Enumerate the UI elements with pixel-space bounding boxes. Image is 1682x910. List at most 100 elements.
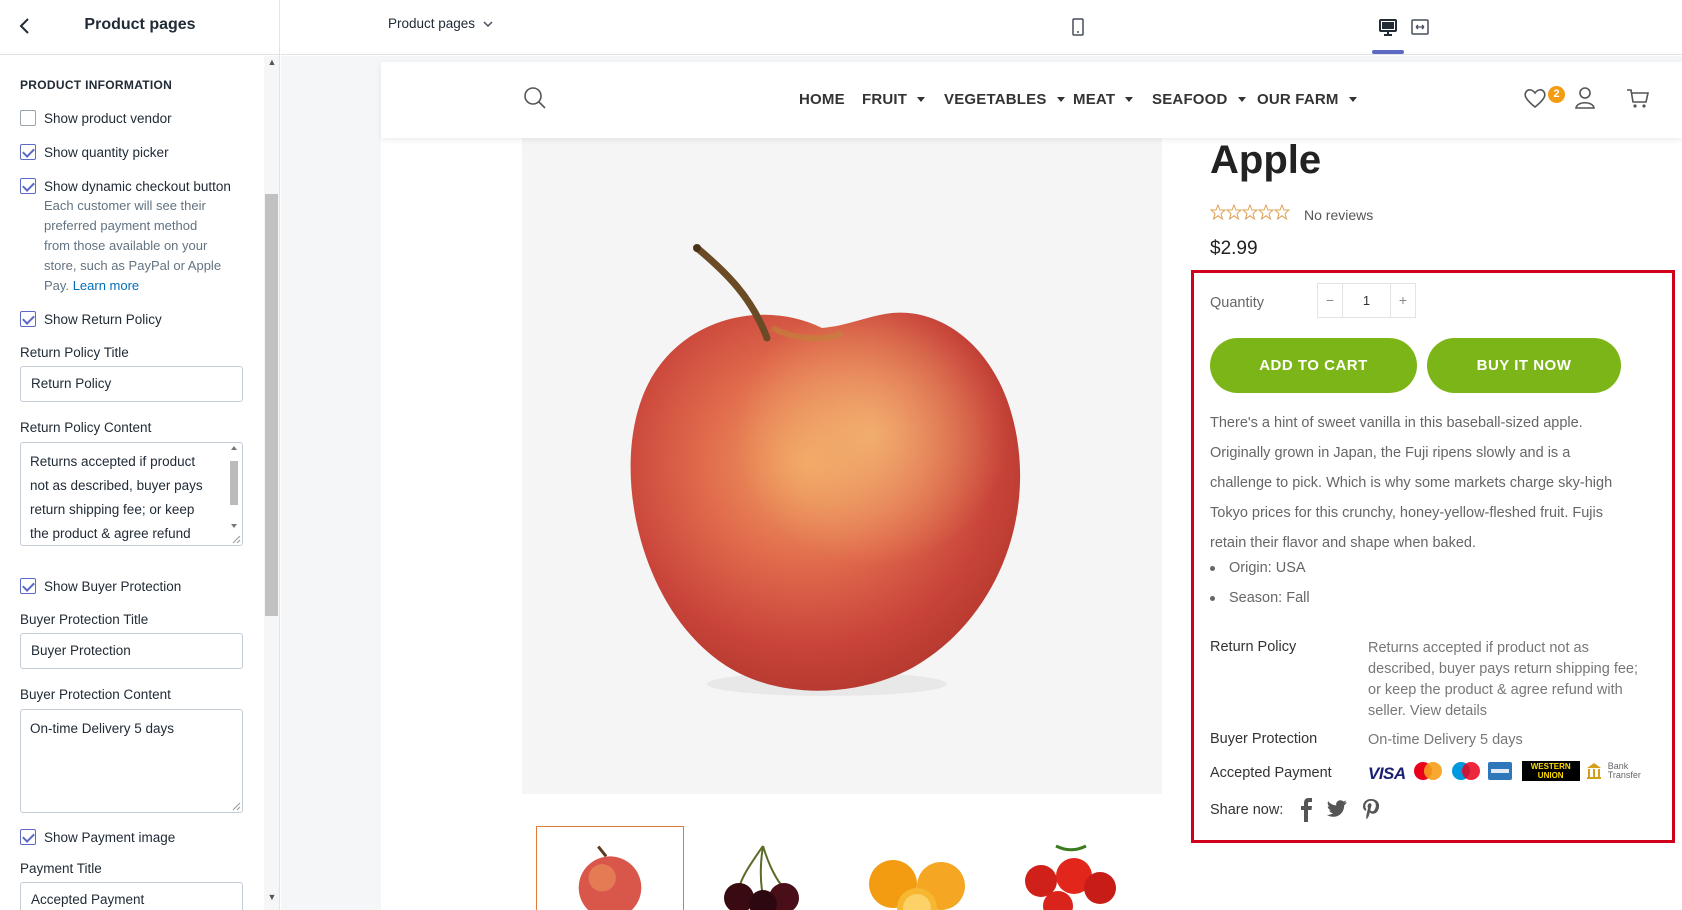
review-count[interactable]: No reviews <box>1304 207 1373 223</box>
thumbnail-oranges[interactable] <box>843 826 991 910</box>
show-quantity-picker-checkbox[interactable]: Show quantity picker <box>20 141 169 163</box>
learn-more-link[interactable]: Learn more <box>73 278 139 293</box>
show-return-policy-checkbox[interactable]: Show Return Policy <box>20 308 162 330</box>
buyer-protection-label: Buyer Protection <box>1210 731 1318 747</box>
buyer-protection-content-label: Buyer Protection Content <box>20 687 171 702</box>
active-device-indicator <box>1372 50 1404 54</box>
caret-down-icon <box>1125 97 1134 102</box>
mastercard-icon <box>1413 762 1442 780</box>
resize-handle-icon[interactable] <box>231 534 241 544</box>
accepted-payment-label: Accepted Payment <box>1210 765 1332 781</box>
nav-vegetables[interactable]: VEGETABLES <box>944 91 1065 108</box>
show-buyer-protection-checkbox[interactable]: Show Buyer Protection <box>20 575 181 597</box>
buyer-protection-text: On-time Delivery 5 days <box>1368 732 1523 748</box>
page-type-dropdown[interactable]: Product pages <box>388 16 493 31</box>
mobile-view-icon[interactable] <box>1066 15 1090 39</box>
origin-bullet: Origin: USA <box>1210 560 1306 576</box>
sidebar-title: Product pages <box>84 16 196 33</box>
fullscreen-view-icon[interactable] <box>1408 15 1432 39</box>
section-heading: PRODUCT INFORMATION <box>20 78 173 92</box>
editor-topbar: Product pages <box>281 0 1682 55</box>
caret-down-icon <box>1348 97 1357 102</box>
pinterest-icon[interactable] <box>1360 797 1382 823</box>
star-icon <box>1273 204 1290 220</box>
page-type-label: Product pages <box>388 16 476 31</box>
star-icon <box>1225 204 1243 220</box>
payment-logos: VISA WESTERN UNION Bank Transfer <box>1368 758 1641 784</box>
quantity-stepper[interactable]: − 1 + <box>1317 283 1416 318</box>
show-dynamic-checkout-checkbox[interactable]: Show dynamic checkout button <box>20 175 231 197</box>
nav-home[interactable]: HOME <box>799 91 845 108</box>
western-union-icon: WESTERN UNION <box>1521 761 1580 781</box>
star-icon <box>1241 204 1259 220</box>
storefront-page: HOME FRUIT VEGETABLES MEAT SEAFOOD OUR F… <box>381 62 1682 910</box>
twitter-icon[interactable] <box>1327 797 1349 823</box>
wishlist-heart-icon[interactable] <box>1521 84 1549 112</box>
checkbox-box[interactable] <box>20 144 36 160</box>
bank-transfer-label: Bank Transfer <box>1607 761 1641 780</box>
maestro-icon <box>1451 762 1480 780</box>
cart-icon[interactable] <box>1624 84 1652 112</box>
caret-down-icon <box>917 97 926 102</box>
nav-fruit[interactable]: FRUIT <box>862 91 926 108</box>
checkbox-label: Show product vendor <box>44 110 172 126</box>
checkbox-box[interactable] <box>20 110 36 126</box>
scroll-down-arrow-icon[interactable]: ▼ <box>267 892 277 902</box>
theme-editor-sidebar: Product pages PRODUCT INFORMATION Show p… <box>0 0 280 910</box>
amex-icon <box>1487 762 1512 780</box>
search-icon[interactable] <box>521 84 549 112</box>
quantity-increase-button[interactable]: + <box>1391 284 1415 317</box>
thumbnail-cherries[interactable] <box>689 826 837 910</box>
nav-seafood[interactable]: SEAFOOD <box>1152 91 1246 108</box>
return-policy-content-label: Return Policy Content <box>20 420 152 435</box>
facebook-icon[interactable] <box>1296 797 1318 823</box>
thumbnail-tomatoes[interactable] <box>996 826 1144 910</box>
nav-our-farm[interactable]: OUR FARM <box>1257 91 1357 108</box>
nav-meat[interactable]: MEAT <box>1073 91 1134 108</box>
checkbox-box[interactable] <box>20 578 36 594</box>
scroll-up-arrow-icon[interactable]: ▲ <box>267 57 277 67</box>
checkbox-box[interactable] <box>20 311 36 327</box>
desktop-view-icon[interactable] <box>1376 15 1400 39</box>
product-title: Apple <box>1210 138 1322 182</box>
return-policy-title-input[interactable]: Return Policy <box>20 366 243 402</box>
sidebar-header: Product pages <box>0 0 279 55</box>
buy-it-now-button[interactable]: BUY IT NOW <box>1427 338 1621 393</box>
return-policy-content-textarea[interactable]: Returns accepted if product not as descr… <box>20 442 243 546</box>
product-main-image[interactable] <box>522 138 1162 794</box>
checkbox-label: Show dynamic checkout button <box>44 178 231 194</box>
payment-title-label: Payment Title <box>20 861 102 876</box>
wishlist-count-badge: 2 <box>1548 86 1565 103</box>
textarea-scrollbar[interactable] <box>228 445 240 533</box>
star-icon <box>1257 204 1275 220</box>
quantity-decrease-button[interactable]: − <box>1318 284 1342 317</box>
account-user-icon[interactable] <box>1571 84 1599 112</box>
thumbnail-apple[interactable] <box>536 826 684 910</box>
add-to-cart-button[interactable]: ADD TO CART <box>1210 338 1417 393</box>
quantity-label: Quantity <box>1210 295 1264 311</box>
buyer-protection-title-label: Buyer Protection Title <box>20 612 149 627</box>
visa-icon: VISA <box>1368 764 1406 783</box>
product-price: $2.99 <box>1210 238 1258 259</box>
return-policy-title-label: Return Policy Title <box>20 345 129 360</box>
share-label: Share now: <box>1210 802 1284 818</box>
rating-stars[interactable] <box>1210 204 1290 220</box>
show-payment-image-checkbox[interactable]: Show Payment image <box>20 826 175 848</box>
return-policy-label: Return Policy <box>1210 639 1297 655</box>
sidebar-scrollbar-thumb[interactable] <box>265 194 278 616</box>
buyer-protection-title-input[interactable]: Buyer Protection <box>20 633 243 669</box>
checkbox-label: Show Buyer Protection <box>44 578 182 594</box>
chevron-down-icon <box>483 20 493 27</box>
checkbox-label: Show Payment image <box>44 829 176 845</box>
checkbox-box[interactable] <box>20 829 36 845</box>
season-bullet: Season: Fall <box>1210 590 1310 606</box>
buyer-protection-content-textarea[interactable]: On-time Delivery 5 days <box>20 709 243 813</box>
return-policy-text: Returns accepted if product not as descr… <box>1368 640 1639 719</box>
star-icon <box>1210 204 1227 220</box>
quantity-input[interactable]: 1 <box>1342 284 1391 317</box>
checkbox-box[interactable] <box>20 178 36 194</box>
show-product-vendor-checkbox[interactable]: Show product vendor <box>20 107 172 129</box>
payment-title-input[interactable]: Accepted Payment <box>20 882 243 910</box>
checkbox-label: Show Return Policy <box>44 311 162 327</box>
resize-handle-icon[interactable] <box>231 801 241 811</box>
